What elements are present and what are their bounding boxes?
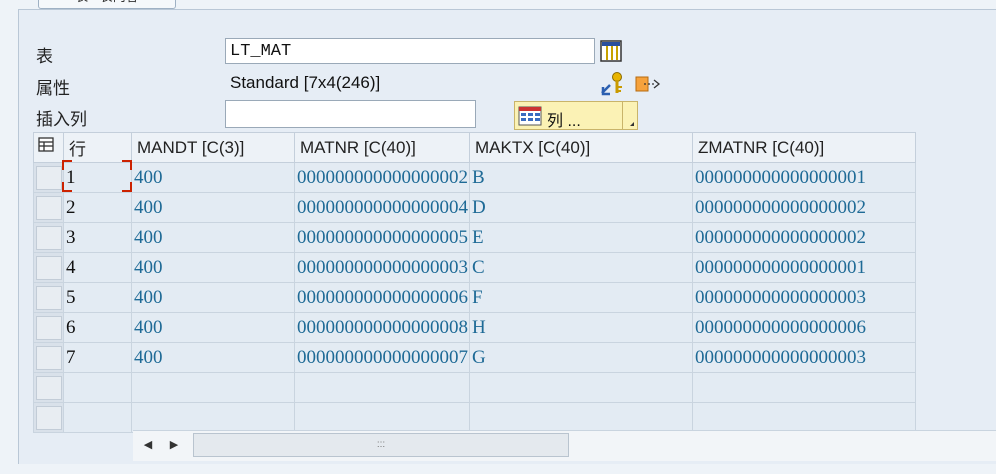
tab-table-content[interactable]: 表 - 表内容 <box>38 0 176 9</box>
cell-row-number[interactable]: 7 <box>63 342 132 373</box>
cell-empty[interactable] <box>294 372 470 403</box>
export-icon[interactable] <box>634 71 662 97</box>
scrollbar-thumb[interactable]: ::: <box>193 433 569 457</box>
cell-row-number[interactable]: 5 <box>63 282 132 313</box>
cell-zmatnr[interactable]: 000000000000000002 <box>692 222 916 253</box>
table-row: 1 400 000000000000000002 B 0000000000000… <box>33 162 916 193</box>
table-name-value: LT_MAT <box>230 42 292 61</box>
cell-maktx[interactable]: F <box>469 282 693 313</box>
table-row: 7 400 000000000000000007 G 0000000000000… <box>33 342 916 373</box>
cell-row-number[interactable]: 2 <box>63 192 132 223</box>
cell-mandt[interactable]: 400 <box>131 192 295 223</box>
cell-maktx[interactable]: G <box>469 342 693 373</box>
cell-empty[interactable] <box>63 402 132 433</box>
cell-matnr[interactable]: 000000000000000008 <box>294 312 470 343</box>
cell-matnr[interactable]: 000000000000000005 <box>294 222 470 253</box>
column-header-maktx[interactable]: MAKTX [C(40)] <box>469 132 693 163</box>
cell-matnr[interactable]: 000000000000000003 <box>294 252 470 283</box>
row-selector[interactable] <box>33 222 64 253</box>
cell-row-number[interactable]: 3 <box>63 222 132 253</box>
cell-matnr[interactable]: 000000000000000002 <box>294 162 470 193</box>
column-header-zmatnr[interactable]: ZMATNR [C(40)] <box>692 132 916 163</box>
scroll-left-icon[interactable]: ◀ <box>135 433 161 457</box>
cell-empty[interactable] <box>692 372 916 403</box>
column-header-row[interactable]: 行 <box>63 132 132 163</box>
table-row: 3 400 000000000000000005 E 0000000000000… <box>33 222 916 253</box>
row-selector[interactable] <box>33 312 64 343</box>
row-selector[interactable] <box>33 402 64 433</box>
cell-maktx[interactable]: E <box>469 222 693 253</box>
insert-column-label: 插入列 <box>36 110 87 129</box>
cell-row-number[interactable]: 4 <box>63 252 132 283</box>
columns-dropdown-button[interactable]: 列 ... <box>514 101 638 130</box>
cell-empty[interactable] <box>131 372 295 403</box>
column-grid-icon <box>518 106 542 126</box>
cell-empty[interactable] <box>692 402 916 433</box>
table-row-empty <box>33 372 916 403</box>
row-selector[interactable] <box>33 342 64 373</box>
cell-matnr[interactable]: 000000000000000004 <box>294 192 470 223</box>
cell-zmatnr[interactable]: 000000000000000003 <box>692 282 916 313</box>
cell-zmatnr[interactable]: 000000000000000001 <box>692 162 916 193</box>
cell-matnr[interactable]: 000000000000000006 <box>294 282 470 313</box>
select-all-icon[interactable] <box>33 132 64 163</box>
table-row-empty <box>33 402 916 433</box>
table-row: 6 400 000000000000000008 H 0000000000000… <box>33 312 916 343</box>
column-header-matnr[interactable]: MATNR [C(40)] <box>294 132 470 163</box>
row-selector[interactable] <box>33 192 64 223</box>
cell-matnr[interactable]: 000000000000000007 <box>294 342 470 373</box>
cell-zmatnr[interactable]: 000000000000000006 <box>692 312 916 343</box>
row-selector[interactable] <box>33 282 64 313</box>
table-name-field[interactable]: LT_MAT <box>225 38 595 64</box>
cell-maktx[interactable]: H <box>469 312 693 343</box>
cell-empty[interactable] <box>63 372 132 403</box>
cell-zmatnr[interactable]: 000000000000000003 <box>692 342 916 373</box>
table-header-row: 行 MANDT [C(3)] MATNR [C(40)] MAKTX [C(40… <box>33 132 916 163</box>
cell-mandt[interactable]: 400 <box>131 342 295 373</box>
data-table: 行 MANDT [C(3)] MATNR [C(40)] MAKTX [C(40… <box>33 132 916 433</box>
cell-empty[interactable] <box>131 402 295 433</box>
cell-empty[interactable] <box>469 402 693 433</box>
cell-row-number[interactable]: 6 <box>63 312 132 343</box>
column-header-mandt[interactable]: MANDT [C(3)] <box>131 132 295 163</box>
row-selector[interactable] <box>33 252 64 283</box>
cell-zmatnr[interactable]: 000000000000000002 <box>692 192 916 223</box>
columns-button-label: 列 ... <box>547 113 581 130</box>
cell-maktx[interactable]: C <box>469 252 693 283</box>
insert-column-field[interactable] <box>225 100 476 128</box>
table-grid-icon[interactable] <box>600 40 622 62</box>
table-row: 5 400 000000000000000006 F 0000000000000… <box>33 282 916 313</box>
attribute-label: 属性 <box>36 79 70 98</box>
row-selector[interactable] <box>33 372 64 403</box>
cell-row-number[interactable]: 1 <box>63 162 132 193</box>
row-selector[interactable] <box>33 162 64 193</box>
table-row: 4 400 000000000000000003 C 0000000000000… <box>33 252 916 283</box>
cell-empty[interactable] <box>294 402 470 433</box>
table-row: 2 400 000000000000000004 D 0000000000000… <box>33 192 916 223</box>
key-icon[interactable] <box>600 71 626 97</box>
cell-mandt[interactable]: 400 <box>131 312 295 343</box>
cell-mandt[interactable]: 400 <box>131 252 295 283</box>
table-label: 表 <box>36 47 53 66</box>
horizontal-scrollbar[interactable]: ◀ ▶ ::: <box>133 430 996 461</box>
scroll-right-icon[interactable]: ▶ <box>161 433 187 457</box>
cell-maktx[interactable]: D <box>469 192 693 223</box>
cell-mandt[interactable]: 400 <box>131 282 295 313</box>
cell-zmatnr[interactable]: 000000000000000001 <box>692 252 916 283</box>
attribute-value: Standard [7x4(246)] <box>230 73 381 92</box>
cell-mandt[interactable]: 400 <box>131 162 295 193</box>
dropdown-arrow-icon[interactable] <box>622 102 637 129</box>
cell-empty[interactable] <box>469 372 693 403</box>
cell-maktx[interactable]: B <box>469 162 693 193</box>
cell-mandt[interactable]: 400 <box>131 222 295 253</box>
